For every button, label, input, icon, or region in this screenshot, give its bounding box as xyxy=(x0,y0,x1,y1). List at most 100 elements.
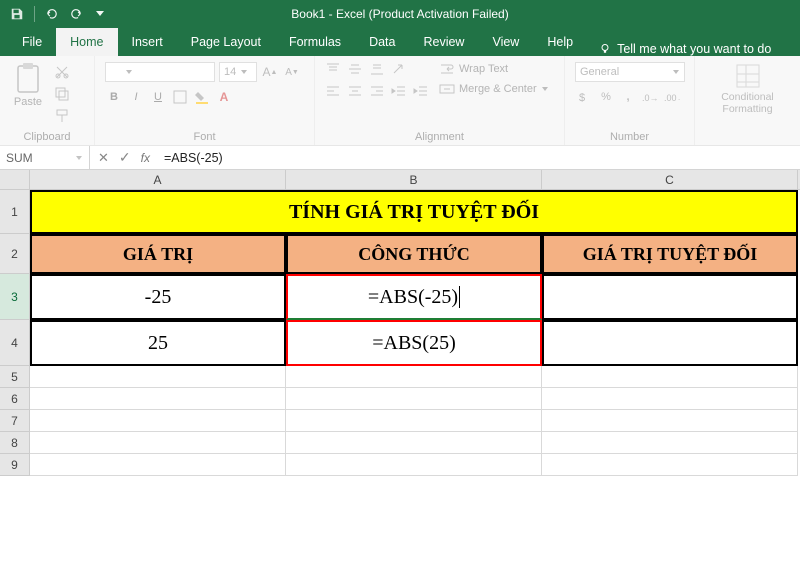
wrap-text-label: Wrap Text xyxy=(459,63,508,75)
undo-icon[interactable] xyxy=(45,7,59,21)
row-header-7[interactable]: 7 xyxy=(0,410,30,432)
cell-a2[interactable]: GIÁ TRỊ xyxy=(30,234,286,274)
increase-indent-icon[interactable] xyxy=(413,84,431,100)
formula-bar-buttons: ✕ ✓ fx xyxy=(90,146,158,169)
cell-c8[interactable] xyxy=(542,432,798,454)
tell-me-search[interactable]: Tell me what you want to do xyxy=(587,42,783,56)
borders-icon[interactable] xyxy=(171,88,189,106)
cell-b5[interactable] xyxy=(286,366,542,388)
decrease-indent-icon[interactable] xyxy=(391,84,409,100)
tab-insert[interactable]: Insert xyxy=(118,28,177,56)
cell-a3[interactable]: -25 xyxy=(30,274,286,320)
cell-b3[interactable]: =ABS(-25) xyxy=(286,274,542,320)
tab-page-layout[interactable]: Page Layout xyxy=(177,28,275,56)
italic-button[interactable]: I xyxy=(127,88,145,106)
cell-c4[interactable] xyxy=(542,320,798,366)
align-right-icon[interactable] xyxy=(369,84,387,100)
fill-color-icon[interactable] xyxy=(193,88,211,106)
font-color-icon[interactable]: A xyxy=(215,88,233,106)
group-styles: Conditional Formatting xyxy=(695,56,800,145)
merge-center-button[interactable]: Merge & Center xyxy=(439,82,549,96)
cell-a7[interactable] xyxy=(30,410,286,432)
cell-a9[interactable] xyxy=(30,454,286,476)
select-all-corner[interactable] xyxy=(0,170,30,190)
row-header-3[interactable]: 3 xyxy=(0,274,30,320)
align-bottom-icon[interactable] xyxy=(369,62,387,78)
cell-a1-title[interactable]: TÍNH GIÁ TRỊ TUYỆT ĐỐI xyxy=(30,190,798,234)
clipboard-icon xyxy=(14,62,42,94)
copy-icon[interactable] xyxy=(54,86,70,102)
align-center-icon[interactable] xyxy=(347,84,365,100)
svg-text:$: $ xyxy=(579,92,585,104)
save-icon[interactable] xyxy=(10,7,24,21)
tab-help[interactable]: Help xyxy=(533,28,587,56)
align-middle-icon[interactable] xyxy=(347,62,365,78)
cell-c6[interactable] xyxy=(542,388,798,410)
wrap-text-button[interactable]: Wrap Text xyxy=(439,62,549,76)
align-top-icon[interactable] xyxy=(325,62,343,78)
cell-c3[interactable] xyxy=(542,274,798,320)
enter-icon[interactable]: ✓ xyxy=(119,149,131,166)
cut-icon[interactable] xyxy=(54,64,70,80)
increase-decimal-icon[interactable]: .0→.00 xyxy=(641,88,659,106)
increase-font-icon[interactable]: A▲ xyxy=(261,63,279,81)
column-header-a[interactable]: A xyxy=(30,170,286,189)
name-box[interactable]: SUM xyxy=(0,146,90,169)
redo-icon[interactable] xyxy=(69,7,83,21)
cell-c2[interactable]: GIÁ TRỊ TUYỆT ĐỐI xyxy=(542,234,798,274)
chevron-down-icon xyxy=(75,154,83,162)
decrease-decimal-icon[interactable]: .00→.0 xyxy=(663,88,681,106)
row-header-2[interactable]: 2 xyxy=(0,234,30,274)
align-left-icon[interactable] xyxy=(325,84,343,100)
cell-c5[interactable] xyxy=(542,366,798,388)
cell-c7[interactable] xyxy=(542,410,798,432)
font-size-combo[interactable]: 14 xyxy=(219,62,257,82)
cell-a6[interactable] xyxy=(30,388,286,410)
format-painter-icon[interactable] xyxy=(54,108,70,124)
row-header-5[interactable]: 5 xyxy=(0,366,30,388)
cancel-icon[interactable]: ✕ xyxy=(98,150,109,166)
cell-b4[interactable]: =ABS(25) xyxy=(286,320,542,366)
row-header-9[interactable]: 9 xyxy=(0,454,30,476)
font-name-combo[interactable] xyxy=(105,62,215,82)
cell-b8[interactable] xyxy=(286,432,542,454)
orientation-icon[interactable] xyxy=(391,62,409,78)
comma-format-icon[interactable]: , xyxy=(619,88,637,106)
tab-home[interactable]: Home xyxy=(56,28,117,56)
group-alignment: Wrap Text Merge & Center Alignment xyxy=(315,56,565,145)
column-header-b[interactable]: B xyxy=(286,170,542,189)
fx-icon[interactable]: fx xyxy=(141,151,150,165)
row-header-1[interactable]: 1 xyxy=(0,190,30,234)
decrease-font-icon[interactable]: A▼ xyxy=(283,63,301,81)
tab-view[interactable]: View xyxy=(478,28,533,56)
cell-b6[interactable] xyxy=(286,388,542,410)
tab-file[interactable]: File xyxy=(8,28,56,56)
row-header-6[interactable]: 6 xyxy=(0,388,30,410)
percent-format-icon[interactable]: % xyxy=(597,88,615,106)
tab-review[interactable]: Review xyxy=(409,28,478,56)
row-header-4[interactable]: 4 xyxy=(0,320,30,366)
cell-c9[interactable] xyxy=(542,454,798,476)
cell-b2[interactable]: CÔNG THỨC xyxy=(286,234,542,274)
tab-data[interactable]: Data xyxy=(355,28,409,56)
group-number: General $ % , .0→.00 .00→.0 Number xyxy=(565,56,695,145)
cell-b9[interactable] xyxy=(286,454,542,476)
cell-a4[interactable]: 25 xyxy=(30,320,286,366)
tell-me-label: Tell me what you want to do xyxy=(617,42,771,56)
qat-customize-icon[interactable] xyxy=(93,7,107,21)
bold-button[interactable]: B xyxy=(105,88,123,106)
conditional-formatting-button[interactable]: Conditional Formatting xyxy=(720,62,776,115)
formula-input[interactable] xyxy=(158,146,800,169)
svg-text:.0→.00: .0→.00 xyxy=(642,93,658,103)
paste-button[interactable]: Paste xyxy=(10,62,46,108)
cell-b7[interactable] xyxy=(286,410,542,432)
row-header-8[interactable]: 8 xyxy=(0,432,30,454)
number-format-combo[interactable]: General xyxy=(575,62,685,82)
cell-a5[interactable] xyxy=(30,366,286,388)
tab-formulas[interactable]: Formulas xyxy=(275,28,355,56)
cell-a8[interactable] xyxy=(30,432,286,454)
column-header-c[interactable]: C xyxy=(542,170,798,189)
underline-button[interactable]: U xyxy=(149,88,167,106)
conditional-formatting-label: Conditional Formatting xyxy=(720,92,776,115)
accounting-format-icon[interactable]: $ xyxy=(575,88,593,106)
